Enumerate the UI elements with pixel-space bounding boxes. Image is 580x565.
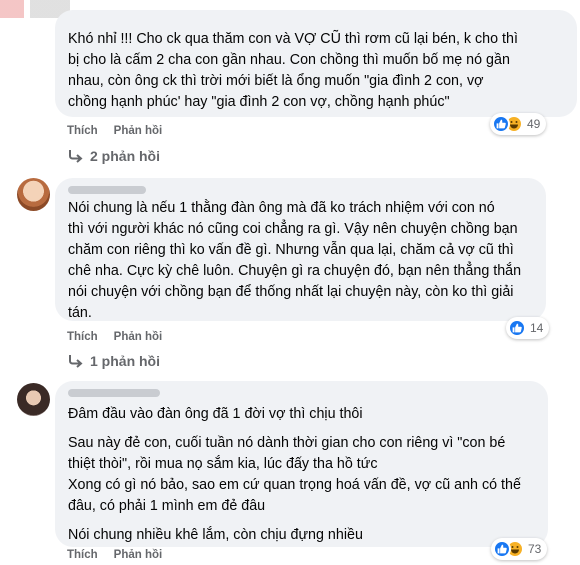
reply-arrow-icon bbox=[69, 150, 83, 163]
reaction-summary[interactable]: 14 bbox=[506, 317, 550, 339]
reply-button[interactable]: Phản hồi bbox=[114, 125, 163, 137]
like-button[interactable]: Thích bbox=[67, 549, 98, 561]
comment-text: Nói chung là nếu 1 thằng đàn ông mà đã k… bbox=[68, 200, 522, 321]
author-name[interactable] bbox=[68, 389, 160, 397]
reaction-count: 14 bbox=[530, 321, 544, 335]
reaction-summary[interactable]: 73 bbox=[491, 538, 548, 560]
avatar[interactable] bbox=[17, 178, 50, 211]
view-replies-link[interactable]: 1 phản hồi bbox=[68, 353, 160, 369]
reaction-count: 73 bbox=[528, 542, 542, 556]
reply-arrow-icon bbox=[69, 355, 83, 368]
reaction-summary[interactable]: 49 bbox=[490, 113, 547, 135]
comment-text: Khó nhỉ !!! Cho ck qua thăm con và VỢ CŨ… bbox=[68, 31, 518, 110]
author-name[interactable] bbox=[68, 186, 146, 194]
replies-count-label: 1 phản hồi bbox=[90, 353, 160, 369]
like-button[interactable]: Thích bbox=[67, 125, 98, 137]
comment-text: Đâm đầu vào đàn ông đã 1 đời vợ thì chịu… bbox=[68, 406, 521, 543]
like-icon bbox=[508, 319, 526, 337]
reaction-count: 49 bbox=[527, 117, 541, 131]
like-icon bbox=[492, 115, 510, 133]
like-button[interactable]: Thích bbox=[67, 331, 98, 343]
comment-actions: Thích Phản hồi bbox=[67, 549, 162, 561]
avatar[interactable] bbox=[17, 383, 50, 416]
view-replies-link[interactable]: 2 phản hồi bbox=[68, 148, 160, 164]
comment-actions: Thích Phản hồi bbox=[67, 331, 162, 343]
reply-button[interactable]: Phản hồi bbox=[114, 331, 163, 343]
comment-actions: Thích Phản hồi bbox=[67, 125, 162, 137]
reply-button[interactable]: Phản hồi bbox=[114, 549, 163, 561]
replies-count-label: 2 phản hồi bbox=[90, 148, 160, 164]
like-icon bbox=[493, 540, 511, 558]
